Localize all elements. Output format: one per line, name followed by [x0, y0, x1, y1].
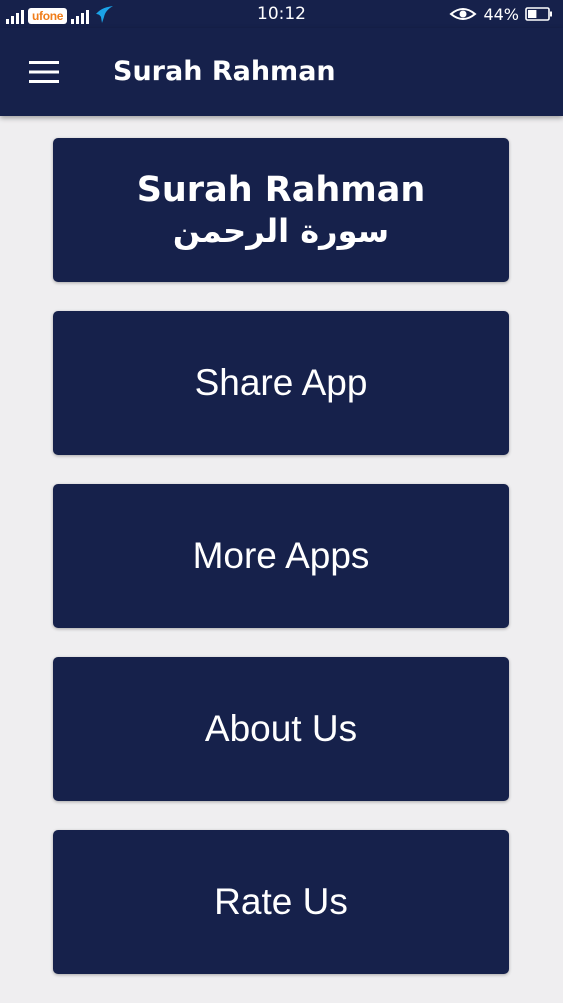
surah-title-arabic: سورة الرحمن — [172, 212, 390, 250]
rate-us-label: Rate Us — [214, 881, 348, 922]
app-bar: Surah Rahman — [0, 28, 563, 116]
hamburger-menu-icon — [29, 61, 59, 83]
status-bar: ufone 10:12 44% — [0, 0, 563, 28]
surah-title-english: Surah Rahman — [136, 170, 426, 210]
share-app-label: Share App — [194, 362, 368, 403]
eye-comfort-icon — [449, 8, 478, 20]
menu-button[interactable] — [18, 54, 70, 90]
app-title: Surah Rahman — [113, 56, 336, 87]
battery-percent: 44% — [483, 4, 519, 24]
more-apps-label: More Apps — [192, 535, 370, 576]
about-us-label: About Us — [204, 708, 358, 749]
surah-rahman-button[interactable]: Surah Rahman سورة الرحمن — [53, 138, 509, 282]
status-indicators: 44% — [449, 0, 553, 28]
about-us-button[interactable]: About Us — [53, 657, 509, 801]
rate-us-button[interactable]: Rate Us — [53, 830, 509, 974]
more-apps-button[interactable]: More Apps — [53, 484, 509, 628]
main-menu: Surah Rahman سورة الرحمن Share App More … — [53, 138, 509, 1003]
share-app-button[interactable]: Share App — [53, 311, 509, 455]
battery-icon — [525, 7, 552, 21]
